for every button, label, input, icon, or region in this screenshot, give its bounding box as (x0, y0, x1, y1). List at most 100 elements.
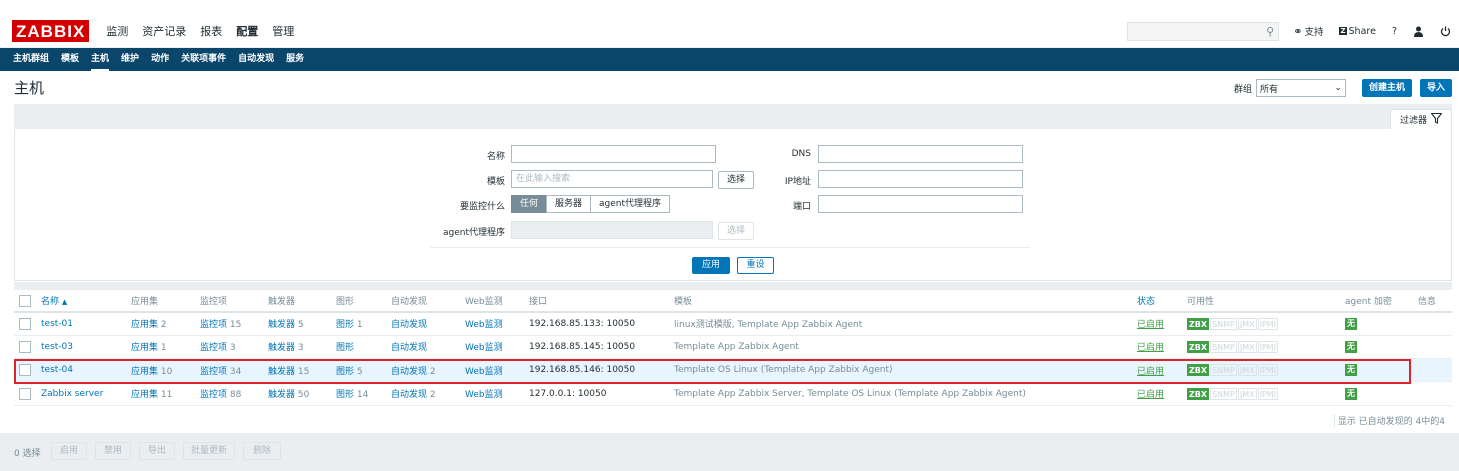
column-items[interactable]: 监控项 (200, 290, 268, 313)
graphs-link[interactable]: 图形 (336, 320, 354, 330)
column-graphs[interactable]: 图形 (336, 290, 391, 313)
select-all-checkbox[interactable] (19, 294, 31, 307)
template-input[interactable]: 在此输入搜索 (511, 170, 713, 188)
sort-asc-icon: ▲ (61, 298, 68, 306)
row-checkbox[interactable] (19, 317, 31, 330)
power-icon[interactable] (1440, 26, 1451, 37)
template-select-button[interactable]: 选择 (718, 171, 754, 189)
table-row: Zabbix server 应用集 11 监控项 88 触发器 50 图形 14… (14, 381, 1452, 406)
status-enabled-link[interactable]: 已启用 (1137, 343, 1164, 353)
column-discovery[interactable]: 自动发现 (391, 290, 465, 313)
name-label: 名称 (486, 152, 505, 162)
column-apps[interactable]: 应用集 (131, 290, 200, 313)
triggers-link[interactable]: 触发器 (268, 390, 295, 400)
main-menu: 监测 资产记录 报表 配置 管理 (99, 23, 301, 39)
group-select[interactable]: 所有 ⌄ (1255, 79, 1346, 97)
items-link[interactable]: 监控项 (200, 343, 227, 353)
monitor-radio-group: 任何 服务器 agent代理程序 (511, 195, 671, 213)
dns-input[interactable] (818, 145, 1023, 163)
column-status[interactable]: 状态 (1137, 290, 1187, 313)
global-search-input[interactable]: ⚲ (1127, 21, 1280, 41)
row-checkbox[interactable] (19, 340, 31, 353)
port-input[interactable] (818, 195, 1023, 213)
discovery-link[interactable]: 自动发现 (391, 390, 427, 400)
ip-label: IP地址 (784, 177, 811, 187)
table-header-row: 名称 ▲ 应用集 监控项 触发器 图形 自动发现 Web监测 接口 模板 状态 … (14, 290, 1452, 313)
user-profile-icon[interactable] (1413, 26, 1424, 37)
separator (14, 282, 1452, 290)
submenu-maintenance[interactable]: 维护 (121, 48, 139, 71)
submenu-host-groups[interactable]: 主机群组 (13, 48, 49, 71)
help-link[interactable]: ? (1392, 26, 1397, 37)
monitor-any-option[interactable]: 任何 (511, 195, 548, 213)
templates-text[interactable]: linux测试模版, Template App Zabbix Agent (674, 312, 1137, 336)
monitor-proxy-option[interactable]: agent代理程序 (590, 195, 671, 213)
share-link[interactable]: Z Share (1339, 26, 1376, 37)
zabbix-logo[interactable]: ZABBIX (12, 19, 90, 42)
web-link[interactable]: Web监测 (465, 390, 503, 400)
menu-reports[interactable]: 报表 (200, 23, 222, 39)
column-name[interactable]: 名称 ▲ (41, 290, 131, 313)
port-label: 端口 (792, 202, 811, 212)
submenu-discovery[interactable]: 自动发现 (238, 48, 274, 71)
submenu-templates[interactable]: 模板 (61, 48, 79, 71)
items-link[interactable]: 监控项 (200, 320, 227, 330)
reset-button[interactable]: 重设 (737, 257, 774, 274)
menu-administration[interactable]: 管理 (272, 23, 294, 39)
status-enabled-link[interactable]: 已启用 (1137, 320, 1164, 330)
submenu-hosts[interactable]: 主机 (91, 48, 110, 71)
column-web[interactable]: Web监测 (465, 290, 529, 313)
name-input[interactable] (511, 145, 716, 163)
host-name-link[interactable]: Zabbix server (41, 389, 103, 399)
filter-tab[interactable]: 过滤器 (1390, 109, 1452, 129)
menu-configuration[interactable]: 配置 (236, 23, 258, 39)
apps-link[interactable]: 应用集 (131, 320, 158, 330)
status-enabled-link[interactable]: 已启用 (1137, 390, 1164, 400)
triggers-link[interactable]: 触发器 (268, 320, 295, 330)
submenu-event-correlation[interactable]: 关联项事件 (181, 48, 226, 71)
submenu-services[interactable]: 服务 (286, 48, 304, 71)
row-checkbox[interactable] (19, 387, 31, 400)
ip-input[interactable] (818, 170, 1023, 188)
filter-panel: 名称 模板 在此输入搜索 选择 要监控什么 任何 服务器 agent代理程序 a… (14, 129, 1452, 281)
support-link[interactable]: ⚭ 支持 (1293, 24, 1323, 39)
menu-inventory[interactable]: 资产记录 (142, 23, 186, 39)
discovery-link[interactable]: 自动发现 (391, 320, 427, 330)
template-label: 模板 (486, 177, 505, 187)
graphs-link[interactable]: 图形 (336, 343, 354, 353)
encryption-badge: 无 (1345, 340, 1357, 353)
host-name-link[interactable]: test-03 (41, 342, 73, 352)
items-link[interactable]: 监控项 (200, 390, 227, 400)
search-icon[interactable]: ⚲ (1266, 25, 1274, 38)
monitor-server-option[interactable]: 服务器 (546, 195, 592, 213)
submenu-actions[interactable]: 动作 (151, 48, 169, 71)
menu-monitoring[interactable]: 监测 (106, 23, 128, 39)
proxy-input (511, 221, 713, 239)
availability-badges: ZBX SNMP JMX IPMI (1187, 381, 1345, 406)
share-icon: Z (1339, 27, 1347, 35)
templates-text[interactable]: Template App Zabbix Agent (674, 335, 1137, 360)
column-triggers[interactable]: 触发器 (268, 290, 336, 313)
top-right-tools: ⚲ ⚭ 支持 Z Share ? (1127, 14, 1459, 48)
column-templates: 模板 (674, 290, 1137, 313)
column-availability: 可用性 (1187, 290, 1345, 313)
web-link[interactable]: Web监测 (465, 343, 503, 353)
host-name-link[interactable]: test-01 (41, 319, 73, 329)
triggers-link[interactable]: 触发器 (268, 343, 295, 353)
selected-count: 0 选择 (14, 449, 41, 459)
apps-link[interactable]: 应用集 (131, 343, 158, 353)
web-link[interactable]: Web监测 (465, 320, 503, 330)
import-button[interactable]: 导入 (1419, 79, 1452, 97)
create-host-button[interactable]: 创建主机 (1361, 79, 1412, 97)
export-button: 导出 (139, 442, 175, 460)
mass-action-bar: 0 选择 启用 禁用 导出 批量更新 删除 (0, 433, 1459, 471)
apply-button[interactable]: 应用 (692, 257, 730, 274)
discovery-link[interactable]: 自动发现 (391, 343, 427, 353)
funnel-icon (1430, 112, 1443, 127)
templates-text[interactable]: Template App Zabbix Server, Template OS … (674, 381, 1137, 406)
apps-link[interactable]: 应用集 (131, 390, 158, 400)
graphs-link[interactable]: 图形 (336, 390, 354, 400)
encryption-badge: 无 (1345, 317, 1357, 330)
proxy-label: agent代理程序 (443, 228, 505, 238)
chevron-down-icon: ⌄ (1334, 83, 1342, 93)
